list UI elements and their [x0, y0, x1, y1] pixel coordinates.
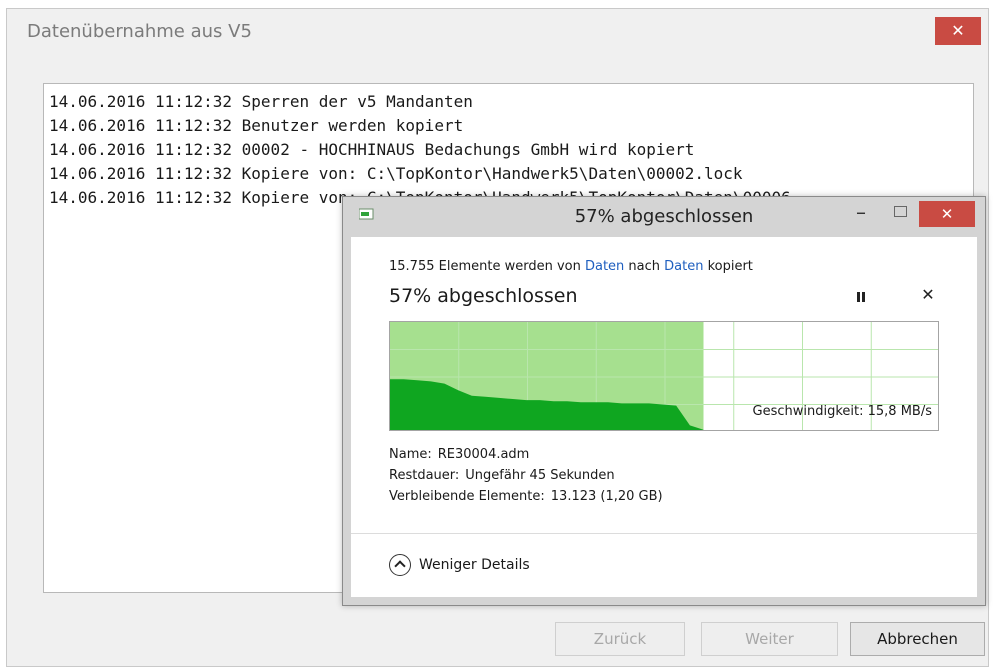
- cancel-copy-icon[interactable]: ✕: [919, 286, 937, 304]
- copy-close-button[interactable]: ✕: [919, 201, 975, 227]
- progress-graph: Geschwindigkeit: 15,8 MB/s: [389, 321, 939, 431]
- close-button[interactable]: ✕: [935, 17, 981, 45]
- copy-info-text: 15.755 Elemente werden von Daten nach Da…: [389, 259, 753, 274]
- less-details-label: Weniger Details: [419, 557, 530, 573]
- minimize-button[interactable]: –: [849, 201, 873, 225]
- copy-dialog-body: 15.755 Elemente werden von Daten nach Da…: [351, 237, 977, 597]
- detail-items-label: Verbleibende Elemente:: [389, 489, 545, 504]
- log-line: 14.06.2016 11:12:32 Sperren der v5 Manda…: [49, 92, 473, 111]
- source-link[interactable]: Daten: [585, 259, 624, 274]
- log-line: 14.06.2016 11:12:32 00002 - HOCHHINAUS B…: [49, 140, 695, 159]
- maximize-button[interactable]: [887, 201, 913, 225]
- divider: [351, 533, 977, 534]
- detail-name-value: RE30004.adm: [437, 447, 530, 462]
- next-button[interactable]: Weiter: [701, 622, 838, 656]
- cancel-button[interactable]: Abbrechen: [850, 622, 985, 656]
- info-suffix: kopiert: [703, 259, 753, 274]
- less-details-toggle[interactable]: Weniger Details: [389, 553, 530, 577]
- copy-progress-dialog: 57% abgeschlossen – ✕ 15.755 Elemente we…: [342, 196, 986, 606]
- pause-icon[interactable]: [853, 289, 869, 305]
- detail-items-value: 13.123 (1,20 GB): [550, 489, 663, 504]
- info-mid: nach: [624, 259, 665, 274]
- destination-link[interactable]: Daten: [664, 259, 703, 274]
- speed-label: Geschwindigkeit: 15,8 MB/s: [752, 404, 932, 419]
- detail-remaining-label: Restdauer:: [389, 468, 460, 483]
- detail-name: Name: RE30004.adm: [389, 447, 529, 462]
- outer-titlebar: Datenübernahme aus V5 ✕: [7, 9, 988, 55]
- chevron-up-icon: [389, 554, 411, 576]
- detail-items: Verbleibende Elemente: 13.123 (1,20 GB): [389, 489, 663, 504]
- info-prefix: 15.755 Elemente werden von: [389, 259, 585, 274]
- detail-name-label: Name:: [389, 447, 432, 462]
- copy-titlebar: 57% abgeschlossen – ✕: [343, 197, 985, 235]
- back-button[interactable]: Zurück: [555, 622, 685, 656]
- log-line: 14.06.2016 11:12:32 Kopiere von: C:\TopK…: [49, 164, 743, 183]
- progress-status: 57% abgeschlossen: [389, 285, 578, 307]
- detail-remaining: Restdauer: Ungefähr 45 Sekunden: [389, 468, 615, 483]
- log-line: 14.06.2016 11:12:32 Benutzer werden kopi…: [49, 116, 464, 135]
- detail-remaining-value: Ungefähr 45 Sekunden: [465, 468, 615, 483]
- window-title: Datenübernahme aus V5: [27, 21, 252, 42]
